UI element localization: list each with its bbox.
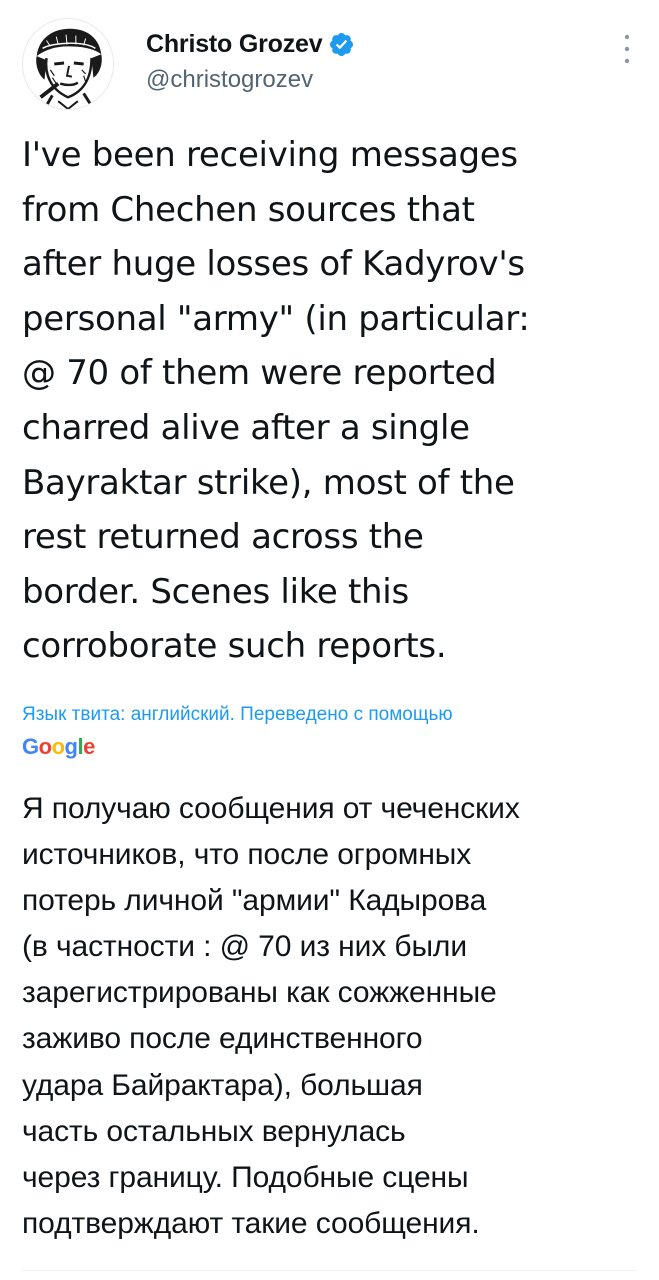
translation-note[interactable]: Язык твита: английский. Переведено с пом… <box>22 702 647 727</box>
more-vertical-icon[interactable] <box>621 32 633 66</box>
display-name-row: Christo Grozev <box>146 26 355 62</box>
google-logo: Google <box>22 734 95 760</box>
handle[interactable]: @christogrozev <box>146 66 355 94</box>
google-letter: o <box>38 734 52 759</box>
tweet-text: I've been receiving messages from Cheche… <box>22 135 530 667</box>
divider <box>22 1270 637 1271</box>
avatar-sketch-portrait <box>23 19 113 109</box>
google-letter: g <box>64 734 78 759</box>
verified-badge-icon <box>330 32 354 56</box>
tweet-header: Christo Grozev @christogrozev <box>22 18 637 110</box>
google-letter: G <box>22 734 39 759</box>
avatar[interactable] <box>22 18 114 110</box>
author-names: Christo Grozev @christogrozev <box>146 26 355 94</box>
translated-text: Я получаю сообщения от чеченских источни… <box>22 792 520 1240</box>
display-name[interactable]: Christo Grozev <box>146 30 323 59</box>
google-wordmark: Google <box>22 734 95 759</box>
tweet: Christo Grozev @christogrozev I've been … <box>0 0 659 1280</box>
google-letter: o <box>51 734 65 759</box>
google-letter: e <box>83 734 95 759</box>
